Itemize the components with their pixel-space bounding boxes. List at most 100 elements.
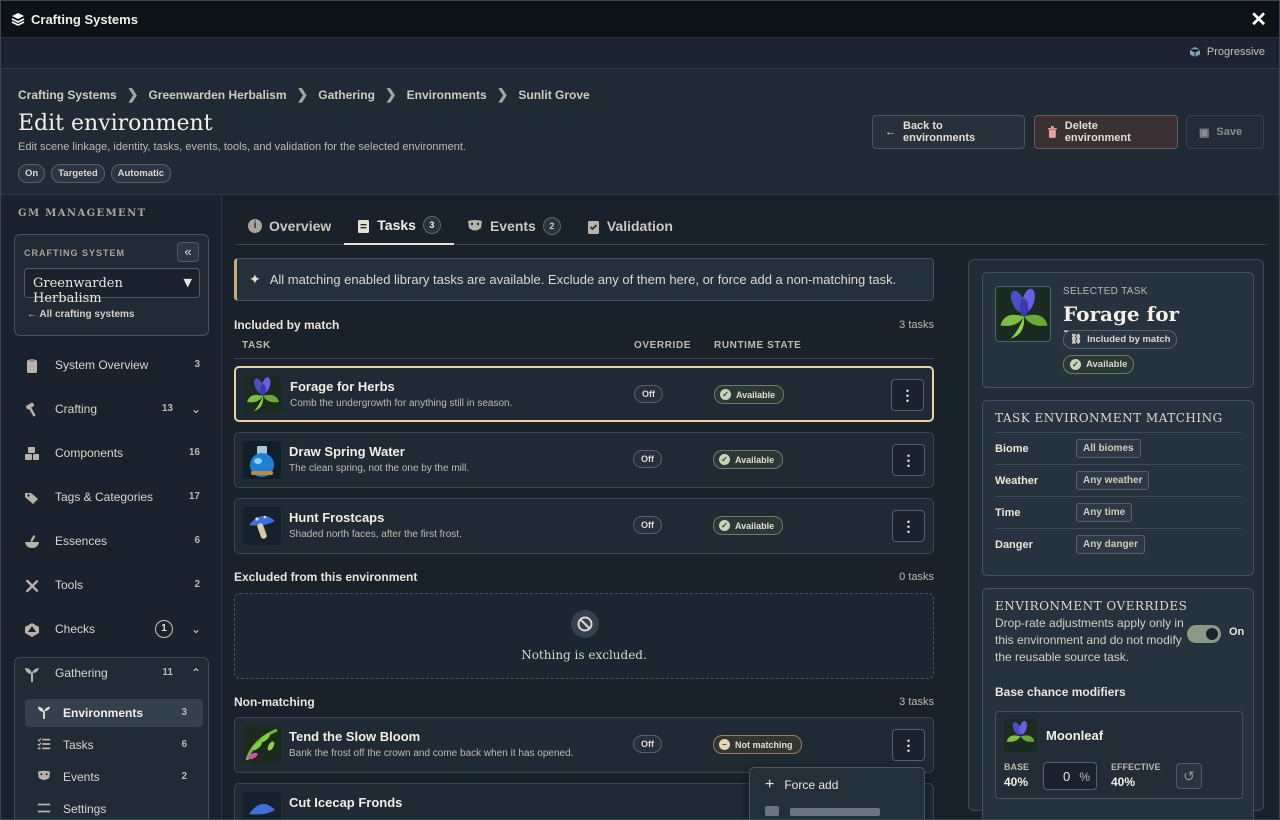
- details-panel: SELECTED TASK Forage for Herbs ⛓Included…: [968, 259, 1264, 819]
- override-badge[interactable]: Off: [633, 516, 662, 534]
- collapse-sidebar-button[interactable]: «: [177, 242, 199, 262]
- sidebar-item-tags-categories[interactable]: Tags & Categories 17: [14, 480, 209, 516]
- task-thumbnail: [243, 726, 281, 764]
- all-crafting-systems-link[interactable]: ← All crafting systems: [27, 309, 134, 320]
- chevron-up-icon[interactable]: ⌃: [191, 666, 201, 680]
- sidebar-item-label: Components: [55, 446, 124, 460]
- breadcrumb-item[interactable]: Greenwarden Herbalism: [148, 88, 286, 102]
- sidebar-subitem-events[interactable]: Events 2: [25, 763, 203, 791]
- sidebar-subitem-settings[interactable]: Settings: [25, 795, 203, 819]
- check-circle-icon: ✓: [1070, 359, 1081, 370]
- matching-value: Any weather: [1076, 471, 1150, 490]
- page-title: Edit environment: [18, 111, 213, 136]
- breadcrumb-item[interactable]: Crafting Systems: [18, 88, 117, 102]
- sidebar-item-tools[interactable]: Tools 2: [14, 568, 209, 604]
- sidebar-item-count: 17: [188, 491, 200, 502]
- dice-icon: [25, 623, 39, 637]
- matching-row-biome: Biome All biomes: [995, 433, 1241, 465]
- sidebar-item-label: Gathering: [55, 666, 108, 680]
- overrides-toggle[interactable]: [1187, 625, 1221, 643]
- mode-indicator[interactable]: Progressive: [1189, 46, 1265, 58]
- task-name: Draw Spring Water: [289, 444, 405, 459]
- runtime-state-badge: – Not matching: [713, 735, 802, 754]
- kebab-menu-button[interactable]: ⋮: [892, 444, 925, 476]
- mode-label: Progressive: [1206, 46, 1265, 58]
- sidebar-item-essences[interactable]: Essences 6: [14, 524, 209, 560]
- check-circle-icon: ✓: [719, 520, 730, 531]
- task-thumbnail: [243, 441, 281, 479]
- sidebar-subitem-count: 6: [181, 739, 187, 750]
- task-row[interactable]: Tend the Slow Bloom Bank the frost off t…: [234, 717, 934, 773]
- tab-label: Tasks: [377, 217, 416, 233]
- task-row[interactable]: Hunt Frostcaps Shaded north faces, after…: [234, 498, 934, 554]
- task-row[interactable]: Draw Spring Water The clean spring, not …: [234, 432, 934, 488]
- breadcrumb-item[interactable]: Gathering: [318, 88, 375, 102]
- status-badge: Targeted: [51, 164, 105, 183]
- tab-tasks[interactable]: Tasks 3: [344, 207, 454, 245]
- available-badge-label: Available: [1086, 359, 1128, 370]
- menu-item-partial[interactable]: [790, 808, 880, 816]
- sidebar-item-checks[interactable]: Checks 1 ⌄: [14, 612, 209, 648]
- modifier-name: Moonleaf: [1046, 728, 1104, 743]
- modifier-input[interactable]: 0 %: [1043, 762, 1097, 790]
- mode-bar: Progressive: [1, 38, 1279, 69]
- crafting-system-label: CRAFTING SYSTEM: [24, 248, 126, 258]
- sidebar-item-crafting[interactable]: Crafting 13 ⌄: [14, 392, 209, 428]
- matching-row-time: Time Any time: [995, 497, 1241, 529]
- section-title-excluded: Excluded from this environment: [234, 570, 418, 584]
- sidebar-item-system-overview[interactable]: System Overview 3: [14, 348, 209, 384]
- minus-circle-icon: –: [719, 739, 730, 750]
- runtime-state-badge: ✓ Available: [713, 516, 784, 535]
- kebab-menu-button[interactable]: ⋮: [892, 510, 925, 542]
- notice-text: All matching enabled library tasks are a…: [269, 272, 897, 287]
- sidebar-item-gathering[interactable]: Gathering 11 ⌃: [14, 656, 209, 692]
- magic-wand-icon: ✦: [249, 271, 261, 287]
- back-button[interactable]: ← Back to environments: [872, 115, 1025, 149]
- masks-icon: [37, 770, 51, 780]
- chevron-down-icon[interactable]: ⌄: [191, 622, 201, 636]
- sidebar-heading: GM MANAGEMENT: [18, 208, 147, 219]
- runtime-state-badge: ✓ Available: [714, 385, 785, 404]
- sidebar-item-count: 11: [162, 667, 173, 678]
- sidebar-item-count: 16: [188, 447, 200, 458]
- close-icon[interactable]: ✕: [1250, 7, 1267, 32]
- task-description: Shaded north faces, after the first fros…: [289, 529, 462, 540]
- tab-events[interactable]: Events 2: [454, 207, 574, 245]
- sidebar-subitem-count: 3: [181, 707, 187, 718]
- kebab-menu-button[interactable]: ⋮: [891, 379, 924, 411]
- sidebar-subitem-environments[interactable]: Environments 3: [25, 699, 203, 727]
- delete-button[interactable]: Delete environment: [1034, 115, 1178, 149]
- override-badge[interactable]: Off: [633, 450, 662, 468]
- sidebar-item-count: 6: [194, 535, 200, 546]
- selected-task-thumbnail: [995, 286, 1051, 342]
- sidebar-item-label: Crafting: [55, 402, 98, 416]
- back-button-label: Back to environments: [903, 120, 976, 144]
- tab-overview[interactable]: i Overview: [235, 207, 344, 245]
- save-button[interactable]: ▣ Save: [1186, 115, 1264, 149]
- layers-icon: [11, 13, 25, 26]
- clipboard-list-icon: [358, 219, 370, 233]
- matching-value: Any time: [1076, 503, 1133, 522]
- sidebar-item-label: Tags & Categories: [55, 490, 154, 504]
- crafting-system-select[interactable]: Greenwarden Herbalism ▼: [24, 268, 200, 306]
- override-badge[interactable]: Off: [633, 735, 662, 753]
- arrow-left-icon: ←: [885, 126, 896, 138]
- breadcrumb-item[interactable]: Environments: [407, 88, 487, 102]
- reset-icon[interactable]: ↺: [1176, 763, 1202, 789]
- sidebar-subitem-label: Environments: [63, 706, 144, 720]
- override-badge[interactable]: Off: [634, 385, 663, 403]
- window-title: Crafting Systems: [31, 12, 138, 27]
- effective-value: 40%: [1111, 775, 1136, 789]
- sidebar-item-count: 13: [161, 403, 173, 414]
- tab-validation[interactable]: Validation: [574, 207, 686, 245]
- kebab-menu-button[interactable]: ⋮: [892, 729, 925, 761]
- sidebar-subitem-tasks[interactable]: Tasks 6: [25, 731, 203, 759]
- save-button-label: Save: [1216, 126, 1243, 138]
- menu-item-force-add[interactable]: + Force add: [765, 776, 838, 794]
- modifier-card: Moonleaf BASE 40% 0 % EFFECTIVE 40% ↺: [995, 711, 1243, 799]
- selected-task-label: SELECTED TASK: [1063, 286, 1148, 297]
- task-row[interactable]: Forage for Herbs Comb the undergrowth fo…: [234, 366, 934, 422]
- page-subtitle: Edit scene linkage, identity, tasks, eve…: [18, 141, 466, 153]
- chevron-down-icon[interactable]: ⌄: [191, 402, 201, 416]
- sidebar-item-components[interactable]: Components 16: [14, 436, 209, 472]
